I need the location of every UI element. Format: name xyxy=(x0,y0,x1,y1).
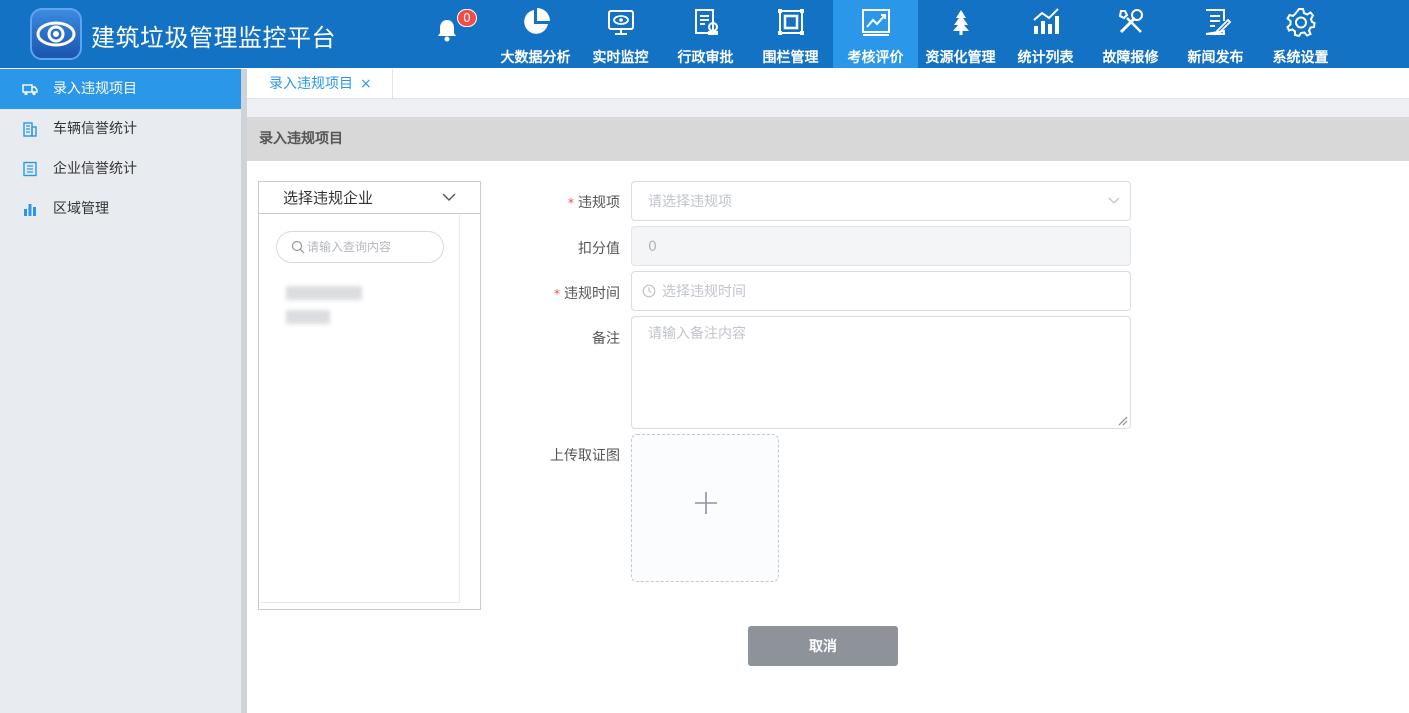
sidebar-item-label: 企业信誉统计 xyxy=(53,161,137,177)
deduction-field xyxy=(631,226,1131,266)
list-item[interactable] xyxy=(286,286,362,300)
enterprise-search-input[interactable] xyxy=(307,238,437,256)
gear-icon xyxy=(1286,8,1316,38)
top-header: 建筑垃圾管理监控平台 0 大数据分析 实时监控 行政审批 围栏管理 考核评价 资… xyxy=(0,0,1409,68)
nav-label: 大数据分析 xyxy=(500,50,571,66)
sidebar-divider[interactable] xyxy=(241,69,247,713)
nav-item-resource-management[interactable]: 资源化管理 xyxy=(918,0,1003,68)
upload-image-box[interactable] xyxy=(631,434,779,582)
nav-item-realtime-monitor[interactable]: 实时监控 xyxy=(578,0,663,68)
violation-item-input[interactable] xyxy=(648,192,1088,212)
resize-handle-icon[interactable] xyxy=(1116,414,1128,426)
nav-item-big-data[interactable]: 大数据分析 xyxy=(493,0,578,68)
nav-label: 系统设置 xyxy=(1272,50,1329,66)
deduction-label: 扣分值 xyxy=(578,241,620,257)
logo-eye-icon xyxy=(30,8,82,60)
sidebar-item-area-management[interactable]: 区域管理 xyxy=(0,189,241,229)
pie-chart-icon xyxy=(524,8,550,34)
monitor-eye-icon xyxy=(608,10,634,35)
list-item[interactable] xyxy=(286,310,330,324)
nav-label: 资源化管理 xyxy=(925,50,996,66)
enterprise-search xyxy=(276,231,444,263)
required-mark: * xyxy=(568,196,574,210)
tab-label: 录入违规项目 xyxy=(269,76,353,92)
enterprise-select[interactable]: 选择违规企业 xyxy=(259,182,480,214)
nav-label: 新闻发布 xyxy=(1187,50,1244,66)
remark-textarea[interactable] xyxy=(648,323,1118,421)
nav-label: 围栏管理 xyxy=(762,50,819,66)
violation-item-select[interactable] xyxy=(631,181,1131,221)
required-mark: * xyxy=(554,287,560,301)
nav-item-statistics-list[interactable]: 统计列表 xyxy=(1003,0,1088,68)
sidebar-item-label: 区域管理 xyxy=(53,201,109,217)
nav-label: 实时监控 xyxy=(592,50,649,66)
nav-label: 故障报修 xyxy=(1102,50,1159,66)
violation-time-picker[interactable] xyxy=(631,271,1131,311)
violation-item-label: * 违规项 xyxy=(490,192,620,212)
tab-bar: 录入违规项目 × xyxy=(247,69,1409,99)
sidebar: 录入违规项目 车辆信誉统计 企业信誉统计 区域管理 xyxy=(0,69,241,713)
bar-trend-icon xyxy=(1033,8,1059,34)
tab-enter-violation[interactable]: 录入违规项目 × xyxy=(247,69,393,99)
remark-label: 备注 xyxy=(592,331,620,347)
enterprise-panel: 选择违规企业 xyxy=(258,181,481,610)
bar-chart-icon xyxy=(24,204,36,216)
search-icon xyxy=(291,240,305,254)
fence-square-icon xyxy=(778,9,804,35)
clock-icon xyxy=(642,284,656,298)
section-title: 录入违规项目 xyxy=(247,117,1409,161)
nav-item-admin-approval[interactable]: 行政审批 xyxy=(663,0,748,68)
notification-badge: 0 xyxy=(457,9,477,27)
remark-field xyxy=(631,316,1131,429)
sidebar-item-enter-violation[interactable]: 录入违规项目 xyxy=(0,69,241,109)
nav-item-fence-management[interactable]: 围栏管理 xyxy=(748,0,833,68)
deduction-input xyxy=(648,237,1088,257)
nav-item-system-settings[interactable]: 系统设置 xyxy=(1258,0,1343,68)
nav-item-news-publish[interactable]: 新闻发布 xyxy=(1173,0,1258,68)
app-title: 建筑垃圾管理监控平台 xyxy=(91,24,336,52)
approval-doc-icon xyxy=(695,9,718,35)
tools-icon xyxy=(1118,9,1143,34)
sidebar-item-label: 车辆信誉统计 xyxy=(53,121,137,137)
nav-item-fault-repair[interactable]: 故障报修 xyxy=(1088,0,1173,68)
close-icon[interactable]: × xyxy=(360,69,372,99)
bell-icon[interactable] xyxy=(436,18,458,42)
cancel-button[interactable]: 取消 xyxy=(748,626,898,666)
label-text: 违规时间 xyxy=(564,286,620,302)
building-icon xyxy=(23,122,37,137)
violation-time-input[interactable] xyxy=(662,282,1102,302)
document-list-icon xyxy=(23,161,37,177)
enterprise-select-label: 选择违规企业 xyxy=(283,189,374,207)
tab-spacer xyxy=(247,99,1409,117)
upload-label: 上传取证图 xyxy=(550,448,620,464)
chevron-down-icon xyxy=(442,193,456,201)
sidebar-item-vehicle-credit[interactable]: 车辆信誉统计 xyxy=(0,109,241,149)
trend-chart-icon xyxy=(862,9,890,36)
nav-label: 考核评价 xyxy=(847,50,904,66)
news-edit-icon xyxy=(1205,9,1232,36)
chevron-down-icon xyxy=(1108,197,1120,204)
nav-label: 统计列表 xyxy=(1017,50,1074,66)
nav-item-assessment[interactable]: 考核评价 xyxy=(833,0,918,68)
nav-label: 行政审批 xyxy=(677,50,734,66)
sidebar-item-enterprise-credit[interactable]: 企业信誉统计 xyxy=(0,149,241,189)
truck-icon xyxy=(22,84,38,96)
plus-icon xyxy=(695,492,717,514)
enterprise-list xyxy=(260,215,460,603)
recycle-tree-icon xyxy=(953,10,969,35)
violation-time-label: * 违规时间 xyxy=(490,283,620,303)
label-text: 违规项 xyxy=(578,195,620,211)
sidebar-item-label: 录入违规项目 xyxy=(53,81,137,97)
main-nav: 大数据分析 实时监控 行政审批 围栏管理 考核评价 资源化管理 统计列表 故障报… xyxy=(493,0,1343,68)
